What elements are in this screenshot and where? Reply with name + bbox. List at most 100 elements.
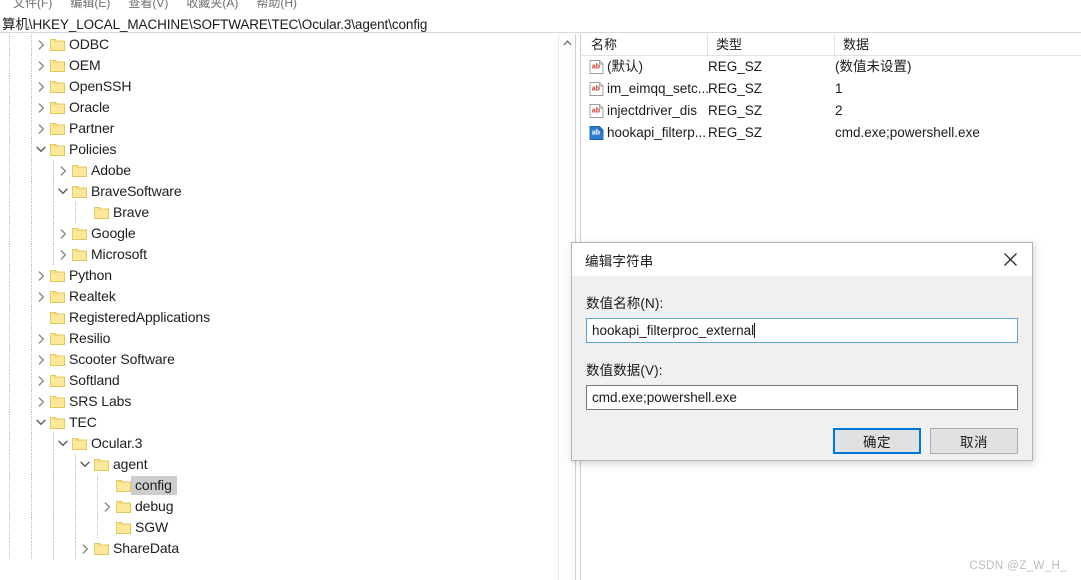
tree-item-label: RegisteredApplications: [69, 309, 210, 325]
tree-indent-guide: [31, 55, 32, 76]
tree-item-registeredapplications[interactable]: RegisteredApplications: [0, 307, 560, 328]
chevron-right-icon[interactable]: [33, 265, 49, 286]
tree-item-resilio[interactable]: Resilio: [0, 328, 560, 349]
folder-icon: [49, 265, 65, 286]
chevron-right-icon[interactable]: [55, 223, 71, 244]
tree-indent-guide: [31, 118, 32, 139]
value-row[interactable]: ab hookapi_filterp... REG_SZ cmd.exe;powers…: [582, 122, 1081, 144]
chevron-down-icon[interactable]: [33, 412, 49, 433]
chevron-right-icon[interactable]: [55, 160, 71, 181]
tree-item-config[interactable]: config: [0, 475, 560, 496]
chevron-right-icon[interactable]: [33, 76, 49, 97]
tree-indent-guide: [53, 244, 54, 265]
menu-item-help[interactable]: 帮助(H): [247, 0, 306, 13]
chevron-down-icon[interactable]: [77, 454, 93, 475]
scroll-up-arrow-icon[interactable]: [559, 34, 576, 51]
menu-item-file[interactable]: 文件(F): [4, 0, 61, 13]
tree-indent-guide: [31, 160, 32, 181]
value-row[interactable]: ab im_eimqq_setc... REG_SZ 1: [582, 78, 1081, 100]
registry-editor-window: 文件(F) 编辑(E) 查看(V) 收藏夹(A) 帮助(H) 算机\HKEY_L…: [0, 0, 1081, 580]
tree-item-label: Microsoft: [91, 246, 147, 262]
tree-item-bravesoftware[interactable]: BraveSoftware: [0, 181, 560, 202]
close-icon[interactable]: [988, 243, 1032, 276]
chevron-down-icon[interactable]: [33, 139, 49, 160]
address-bar[interactable]: 算机\HKEY_LOCAL_MACHINE\SOFTWARE\TEC\Ocula…: [0, 13, 1081, 33]
tree-item-label: Scooter Software: [69, 351, 175, 367]
tree-item-ocular-3[interactable]: Ocular.3: [0, 433, 560, 454]
tree-item-debug[interactable]: debug: [0, 496, 560, 517]
tree-item-realtek[interactable]: Realtek: [0, 286, 560, 307]
chevron-right-icon[interactable]: [33, 391, 49, 412]
chevron-right-icon[interactable]: [55, 244, 71, 265]
tree-indent-guide: [75, 202, 76, 223]
tree-indent-guide: [31, 538, 32, 559]
tree-item-oem[interactable]: OEM: [0, 55, 560, 76]
tree-item-label: Resilio: [69, 330, 111, 346]
chevron-right-icon[interactable]: [33, 328, 49, 349]
chevron-right-icon[interactable]: [33, 55, 49, 76]
tree-item-sgw[interactable]: SGW: [0, 517, 560, 538]
tree-item-scooter-software[interactable]: Scooter Software: [0, 349, 560, 370]
menu-item-edit[interactable]: 编辑(E): [61, 0, 119, 13]
tree-indent-guide: [9, 181, 10, 202]
cancel-button[interactable]: 取消: [930, 428, 1018, 454]
tree-indent-guide: [31, 34, 32, 55]
tree-item-softland[interactable]: Softland: [0, 370, 560, 391]
value-name-label: 数值名称(N):: [586, 296, 664, 311]
tree-item-brave[interactable]: Brave: [0, 202, 560, 223]
value-row[interactable]: ab (默认) REG_SZ (数值未设置): [582, 56, 1081, 78]
registry-tree-pane[interactable]: ODBC OEM OpenSSH Oracle Partner Policies Adobe…: [0, 34, 560, 580]
tree-item-tec[interactable]: TEC: [0, 412, 560, 433]
menu-item-view[interactable]: 查看(V): [119, 0, 177, 13]
value-name-cell: hookapi_filterp...: [607, 125, 707, 140]
menu-item-favorites[interactable]: 收藏夹(A): [177, 0, 247, 13]
value-type-cell: REG_SZ: [708, 125, 763, 140]
tree-item-oracle[interactable]: Oracle: [0, 97, 560, 118]
tree-indent-guide: [9, 55, 10, 76]
folder-icon: [49, 76, 65, 97]
tree-item-agent[interactable]: agent: [0, 454, 560, 475]
tree-indent-guide: [9, 286, 10, 307]
ok-button[interactable]: 确定: [833, 428, 921, 454]
chevron-right-icon[interactable]: [33, 118, 49, 139]
tree-indent-guide: [31, 181, 32, 202]
tree-item-sharedata[interactable]: ShareData: [0, 538, 560, 559]
chevron-right-icon[interactable]: [33, 97, 49, 118]
tree-item-partner[interactable]: Partner: [0, 118, 560, 139]
tree-item-policies[interactable]: Policies: [0, 139, 560, 160]
tree-indent-guide: [9, 97, 10, 118]
tree-item-label: config: [131, 476, 177, 495]
column-header-name[interactable]: 名称: [582, 34, 707, 56]
chevron-right-icon[interactable]: [33, 34, 49, 55]
column-header-data[interactable]: 数据: [834, 34, 1081, 56]
tree-item-google[interactable]: Google: [0, 223, 560, 244]
tree-indent-guide: [53, 160, 54, 181]
chevron-down-icon[interactable]: [55, 433, 71, 454]
value-data-input[interactable]: cmd.exe;powershell.exe: [586, 385, 1018, 410]
tree-item-label: ShareData: [113, 540, 180, 556]
tree-item-adobe[interactable]: Adobe: [0, 160, 560, 181]
chevron-down-icon[interactable]: [55, 181, 71, 202]
chevron-right-icon[interactable]: [77, 538, 93, 559]
value-row[interactable]: ab injectdriver_dis REG_SZ 2: [582, 100, 1081, 122]
tree-item-odbc[interactable]: ODBC: [0, 34, 560, 55]
tree-indent-guide: [9, 328, 10, 349]
chevron-right-icon[interactable]: [33, 370, 49, 391]
folder-icon: [49, 286, 65, 307]
tree-indent-guide: [9, 475, 10, 496]
tree-item-microsoft[interactable]: Microsoft: [0, 244, 560, 265]
value-name-input[interactable]: hookapi_filterproc_external: [586, 318, 1018, 343]
tree-item-srs-labs[interactable]: SRS Labs: [0, 391, 560, 412]
tree-item-openssh[interactable]: OpenSSH: [0, 76, 560, 97]
tree-item-label: BraveSoftware: [91, 183, 182, 199]
tree-indent-guide: [9, 244, 10, 265]
tree-item-python[interactable]: Python: [0, 265, 560, 286]
tree-indent-guide: [31, 454, 32, 475]
column-header-type[interactable]: 类型: [707, 34, 834, 56]
chevron-right-icon[interactable]: [33, 286, 49, 307]
chevron-right-icon[interactable]: [33, 349, 49, 370]
tree-indent-guide: [9, 265, 10, 286]
chevron-right-icon[interactable]: [99, 496, 115, 517]
dialog-title-bar: 编辑字符串: [572, 243, 1032, 276]
folder-icon: [49, 118, 65, 139]
